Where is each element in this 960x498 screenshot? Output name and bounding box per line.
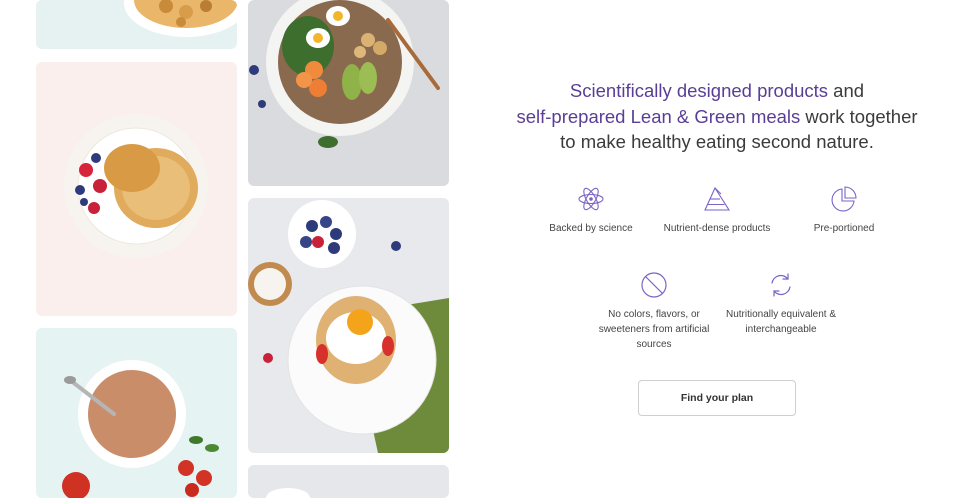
headline-accent-products: Scientifically designed products [569, 80, 829, 101]
feature-label-science: Backed by science [549, 223, 633, 234]
feature-backed-by-science: Backed by science [531, 185, 651, 236]
feature-label-portioned: Pre-portioned [813, 223, 875, 234]
feature-label-nutrient: Nutrient-dense products [663, 223, 771, 234]
headline-text-and: and [828, 80, 865, 101]
feature-nutrient-dense: Nutrient-dense products [657, 185, 777, 236]
refresh-icon [771, 273, 791, 297]
feature-label-artificial: No colors, flavors, or sweeteners from a… [598, 309, 710, 350]
feature-label-interchangeable: Nutritionally equivalent & interchangeab… [725, 309, 837, 335]
no-sign-icon [641, 272, 667, 298]
headline-accent-meals: self-prepared Lean & Green meals [516, 105, 801, 127]
egg-toast-image [248, 198, 449, 453]
atom-icon [578, 187, 604, 211]
partial-food-image [248, 465, 449, 498]
headline-line-1: Scientifically designed products and [500, 78, 934, 104]
headline-line-3: to make healthy eating second nature. [560, 131, 874, 152]
buddha-bowl-image [248, 0, 449, 186]
feature-pre-portioned: Pre-portioned [784, 185, 904, 236]
feature-interchangeable: Nutritionally equivalent & interchangeab… [721, 271, 841, 337]
headline-text-work: work together [800, 105, 918, 127]
snack-bowl-image [36, 0, 237, 49]
pancakes-image [36, 62, 237, 316]
pyramid-icon [704, 186, 731, 211]
feature-no-artificial: No colors, flavors, or sweeteners from a… [594, 271, 714, 352]
pie-chart-icon [831, 186, 857, 212]
headline-line-2: self-prepared Lean & Green meals work to… [500, 104, 934, 130]
find-your-plan-button[interactable]: Find your plan [638, 380, 796, 416]
headline: Scientifically designed products and sel… [500, 78, 934, 155]
soup-bowl-image [36, 328, 237, 498]
